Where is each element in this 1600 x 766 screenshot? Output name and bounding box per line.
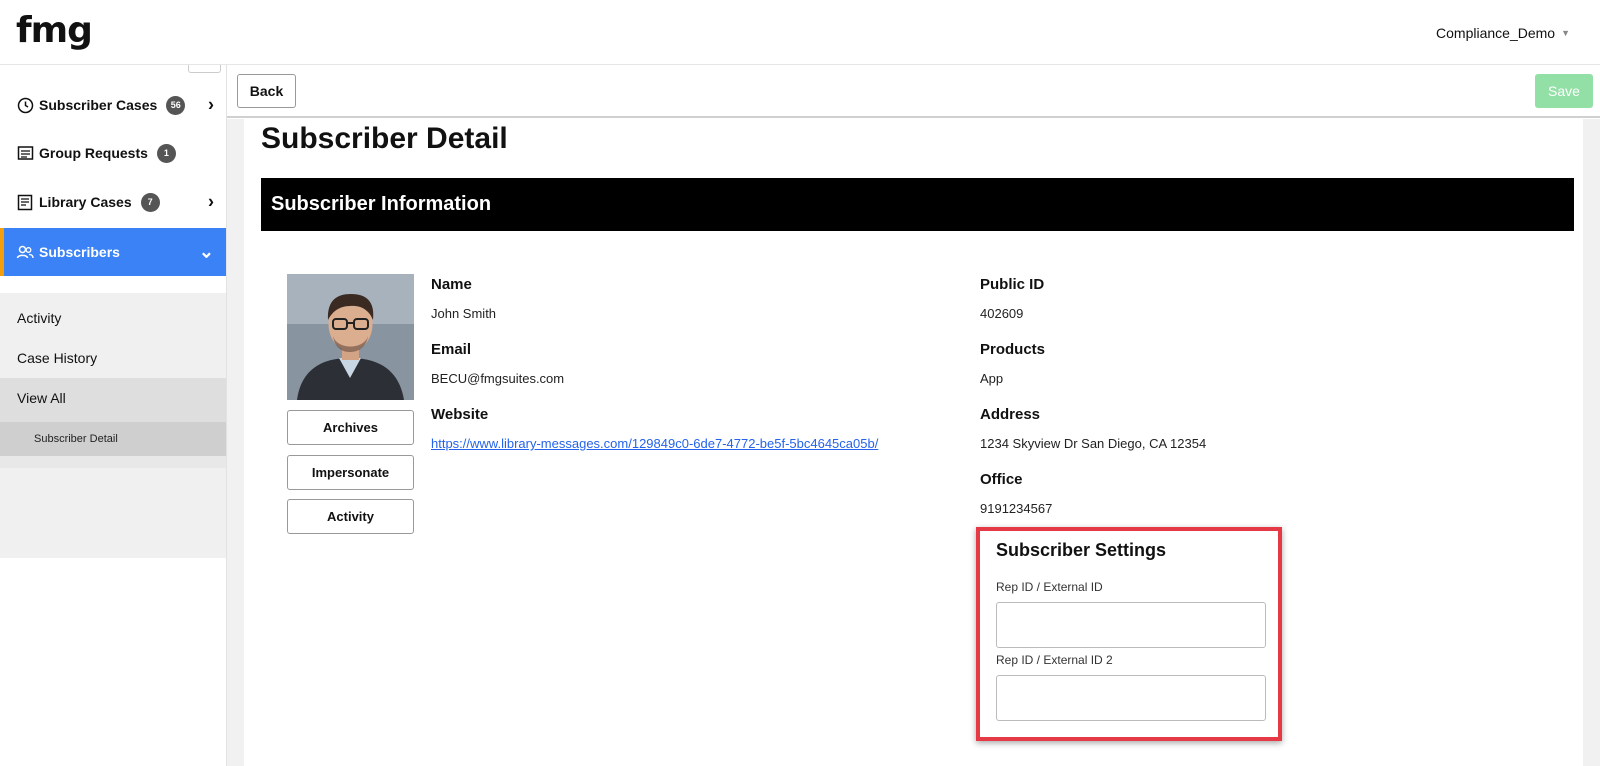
subscriber-avatar — [287, 274, 414, 400]
sidebar-item-label: Group Requests — [39, 145, 148, 161]
sidebar-item-label: Subscriber Cases — [39, 97, 158, 113]
address-value: 1234 Skyview Dr San Diego, CA 12354 — [980, 436, 1207, 451]
address-label: Address — [980, 406, 1041, 423]
sidebar: Subscriber Cases 56 › Group Requests 1 L… — [0, 65, 227, 766]
submenu-footer — [0, 456, 226, 468]
account-name: Compliance_Demo — [1436, 25, 1556, 41]
name-value: John Smith — [431, 306, 497, 321]
sidebar-item-label: Library Cases — [39, 194, 132, 210]
chevron-down-icon: ⌄ — [198, 241, 214, 262]
action-toolbar: Back Save — [227, 65, 1600, 118]
products-label: Products — [980, 341, 1046, 358]
section-header: Subscriber Information — [261, 178, 1574, 231]
chevron-right-icon: › — [208, 94, 214, 115]
email-value: BECU@fmgsuites.com — [431, 371, 565, 386]
office-value: 9191234567 — [980, 501, 1053, 516]
email-label: Email — [431, 341, 472, 358]
save-button[interactable]: Save — [1535, 74, 1593, 108]
submenu-item-label: View All — [17, 390, 66, 406]
users-icon — [16, 243, 34, 261]
submenu-item-case-history[interactable]: Case History — [0, 338, 226, 378]
fmg-logo[interactable]: fmg — [16, 10, 93, 51]
rep-id-input[interactable] — [996, 602, 1266, 648]
rep-id-label: Rep ID / External ID — [996, 580, 1103, 594]
main-area: Subscriber Detail Subscriber Information… — [227, 119, 1600, 766]
products-value: App — [980, 371, 1004, 386]
sidebar-item-subscriber-cases[interactable]: Subscriber Cases 56 › — [0, 81, 226, 129]
count-badge: 56 — [166, 95, 186, 115]
chevron-right-icon: › — [208, 191, 214, 212]
submenu-item-label: Case History — [17, 350, 98, 366]
submenu-item-subscriber-detail[interactable]: Subscriber Detail — [0, 422, 226, 456]
sidebar-item-label: Subscribers — [39, 244, 120, 260]
circle-clock-icon — [16, 96, 34, 114]
website-link[interactable]: https://www.library-messages.com/129849c… — [431, 436, 878, 451]
sidebar-item-group-requests[interactable]: Group Requests 1 — [0, 129, 226, 177]
count-badge: 1 — [156, 143, 176, 163]
public-id-label: Public ID — [980, 276, 1045, 293]
top-bar: fmg Compliance_Demo ▼ — [0, 0, 1600, 65]
sidebar-item-subscribers[interactable]: Subscribers ⌄ — [0, 228, 226, 276]
subscribers-submenu: Activity Case History View All Subscribe… — [0, 293, 226, 558]
website-label: Website — [431, 406, 489, 423]
submenu-item-label: Subscriber Detail — [34, 433, 118, 445]
subscriber-settings-panel: Subscriber Settings Rep ID / External ID… — [976, 527, 1282, 741]
impersonate-button[interactable]: Impersonate — [287, 455, 414, 490]
content-panel: Subscriber Detail Subscriber Information… — [244, 119, 1583, 766]
count-badge: 7 — [140, 192, 160, 212]
sidebar-item-library-cases[interactable]: Library Cases 7 › — [0, 178, 226, 226]
section-title: Subscriber Information — [271, 193, 492, 215]
public-id-value: 402609 — [980, 306, 1024, 321]
activity-button[interactable]: Activity — [287, 499, 414, 534]
submenu-item-activity[interactable]: Activity — [0, 298, 226, 338]
settings-title: Subscriber Settings — [996, 540, 1167, 560]
caret-down-icon: ▼ — [1561, 28, 1570, 38]
archives-button[interactable]: Archives — [287, 410, 414, 445]
office-label: Office — [980, 471, 1023, 488]
rep-id-2-label: Rep ID / External ID 2 — [996, 653, 1113, 667]
submenu-item-label: Activity — [17, 310, 62, 326]
list-doc-icon — [16, 144, 34, 162]
library-list-icon — [16, 193, 34, 211]
sidebar-collapse-handle[interactable] — [188, 65, 221, 73]
rep-id-2-input[interactable] — [996, 675, 1266, 721]
back-button[interactable]: Back — [237, 74, 296, 108]
page-title: Subscriber Detail — [261, 122, 508, 155]
name-label: Name — [431, 276, 472, 293]
account-menu[interactable]: Compliance_Demo ▼ — [1436, 25, 1570, 41]
